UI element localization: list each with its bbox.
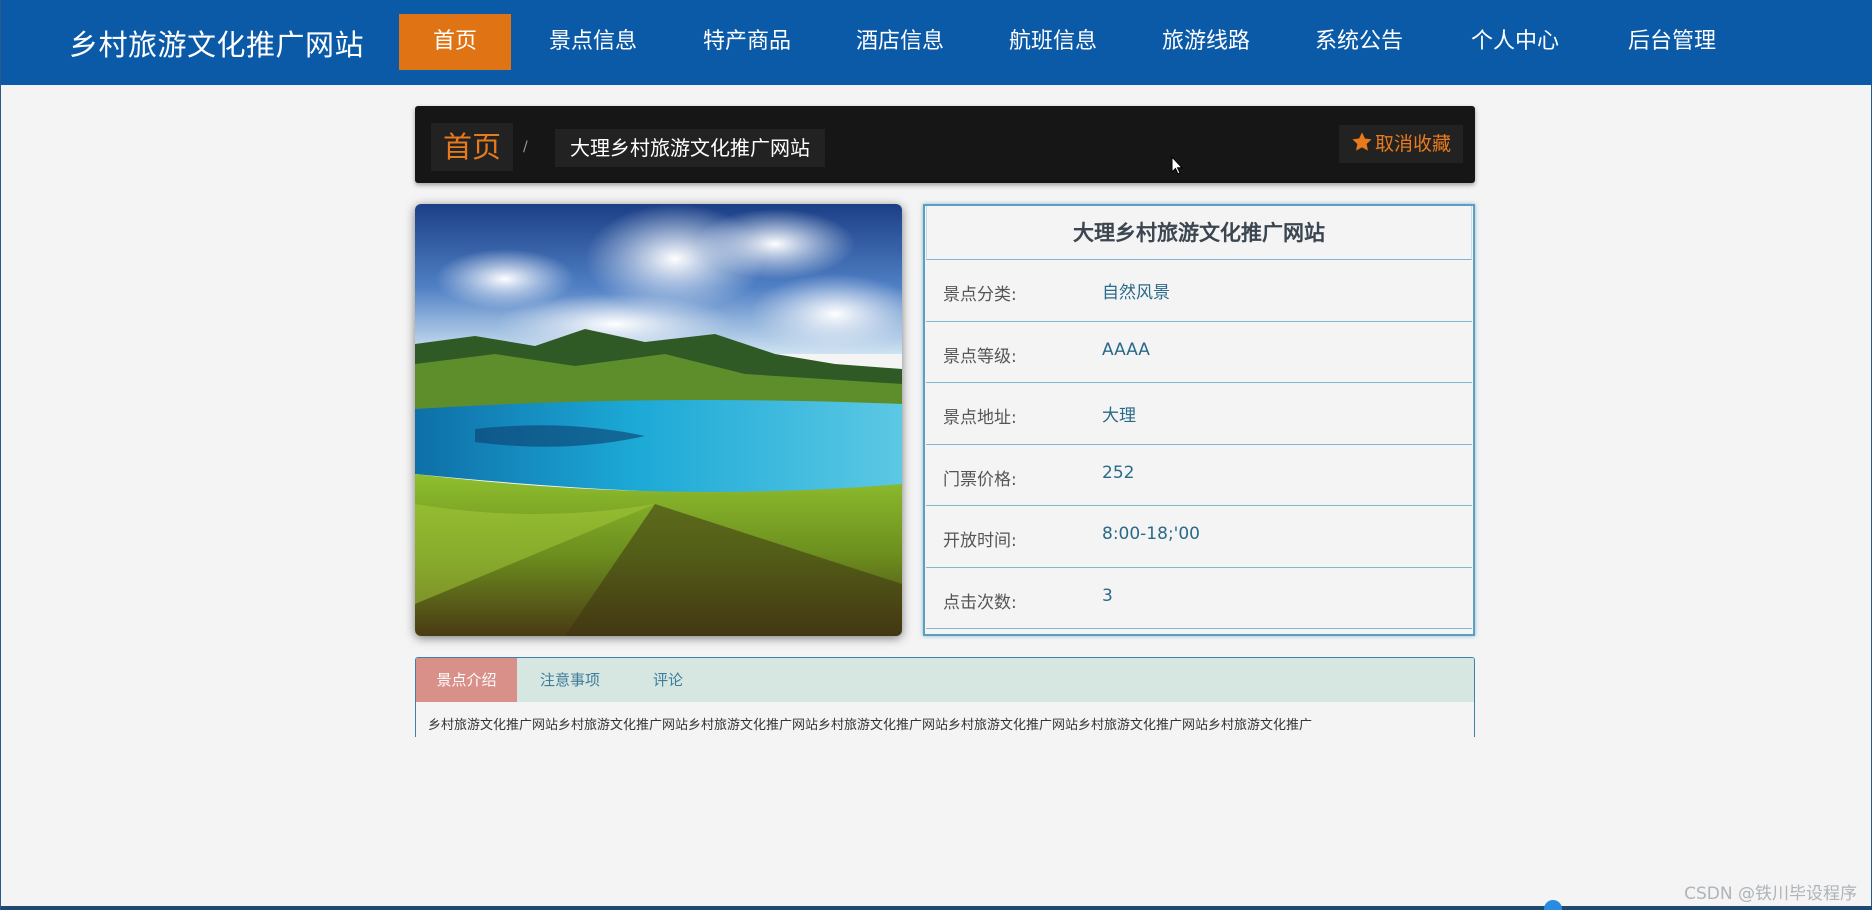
nav-item-hotels[interactable]: 酒店信息 — [846, 14, 954, 70]
watermark: CSDN @铁川毕设程序 — [1684, 884, 1857, 904]
top-nav-bar: 乡村旅游文化推广网站 首页 景点信息 特产商品 酒店信息 航班信息 旅游线路 系… — [1, 0, 1872, 85]
nav-item-attractions[interactable]: 景点信息 — [539, 14, 647, 70]
nav-item-profile[interactable]: 个人中心 — [1461, 14, 1569, 70]
tab-notes[interactable]: 注意事项 — [517, 658, 623, 702]
mouse-cursor-icon — [1171, 156, 1183, 175]
breadcrumb-home-link[interactable]: 首页 — [431, 123, 514, 171]
info-value: 252 — [1102, 462, 1135, 483]
info-row-level: 景点等级: AAAA — [926, 322, 1472, 383]
info-label: 景点分类: — [943, 285, 1017, 305]
nav-item-home[interactable]: 首页 — [399, 14, 511, 70]
info-label: 开放时间: — [943, 531, 1017, 551]
info-label: 景点等级: — [943, 346, 1017, 367]
tab-comments[interactable]: 评论 — [623, 658, 713, 702]
info-label: 景点地址: — [943, 408, 1017, 428]
breadcrumb: 首页 / 大理乡村旅游文化推广网站 取消收藏 — [415, 106, 1475, 183]
attraction-title: 大理乡村旅游文化推广网站 — [926, 206, 1472, 260]
info-value: 8:00-18;'00 — [1102, 524, 1200, 544]
unfavorite-button[interactable]: 取消收藏 — [1338, 125, 1463, 163]
tab-bar: 景点介绍 注意事项 评论 — [416, 658, 1474, 702]
nav-item-admin[interactable]: 后台管理 — [1618, 14, 1726, 70]
breadcrumb-separator: / — [523, 139, 528, 155]
info-row-category: 景点分类: 自然风景 — [926, 260, 1472, 322]
tab-introduction[interactable]: 景点介绍 — [416, 658, 517, 702]
nav-item-announcements[interactable]: 系统公告 — [1305, 14, 1413, 70]
tab-content-text: 乡村旅游文化推广网站乡村旅游文化推广网站乡村旅游文化推广网站乡村旅游文化推广网站… — [428, 718, 1313, 733]
attraction-info-panel: 大理乡村旅游文化推广网站 景点分类: 自然风景 景点等级: AAAA 景点地址:… — [923, 204, 1475, 636]
info-value: AAAA — [1102, 339, 1150, 360]
info-value: 大理 — [1102, 406, 1136, 426]
bottom-border — [1, 906, 1872, 910]
star-icon — [1352, 132, 1372, 151]
info-value: 自然风景 — [1102, 283, 1170, 303]
nav-item-specialties[interactable]: 特产商品 — [693, 14, 801, 70]
attraction-photo — [415, 204, 902, 636]
site-title[interactable]: 乡村旅游文化推广网站 — [69, 22, 364, 64]
nav-item-flights[interactable]: 航班信息 — [999, 14, 1107, 70]
scroll-indicator[interactable] — [1544, 900, 1562, 910]
info-row-clicks: 点击次数: 3 — [926, 568, 1472, 629]
info-row-address: 景点地址: 大理 — [926, 383, 1472, 445]
info-value: 3 — [1102, 585, 1113, 606]
unfavorite-label: 取消收藏 — [1374, 133, 1451, 155]
info-row-price: 门票价格: 252 — [926, 445, 1472, 506]
info-label: 门票价格: — [943, 469, 1017, 490]
info-label: 点击次数: — [943, 592, 1017, 613]
detail-tabs: 景点介绍 注意事项 评论 乡村旅游文化推广网站乡村旅游文化推广网站乡村旅游文化推… — [415, 657, 1475, 737]
nav-item-routes[interactable]: 旅游线路 — [1152, 14, 1260, 70]
breadcrumb-current: 大理乡村旅游文化推广网站 — [555, 129, 825, 167]
info-row-hours: 开放时间: 8:00-18;'00 — [926, 506, 1472, 568]
